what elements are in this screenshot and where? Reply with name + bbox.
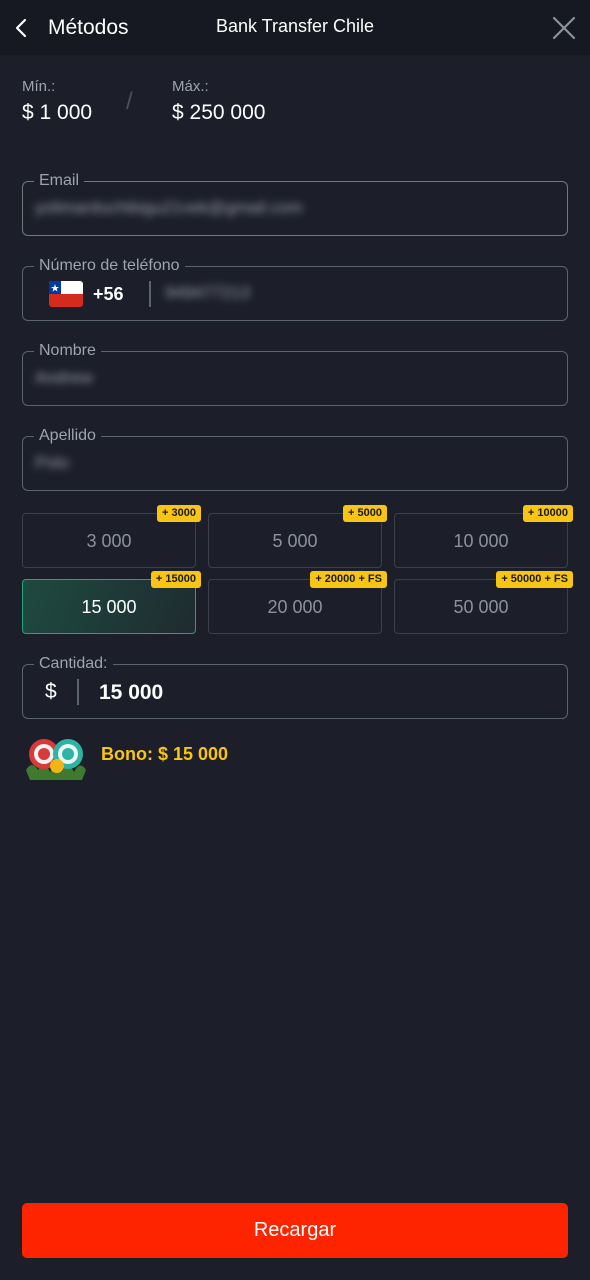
email-field[interactable]: Email yolimarduchibigu21vek@gmail.com: [22, 171, 568, 236]
phone-value: 949477213: [165, 283, 251, 302]
recharge-button[interactable]: Recargar: [22, 1203, 568, 1258]
amount-option-value: 50 000: [453, 597, 509, 617]
phone-field[interactable]: Número de teléfono +56 949477213: [22, 256, 568, 321]
amount-field[interactable]: Cantidad: $ 15 000: [22, 654, 568, 719]
email-label: Email: [34, 171, 85, 191]
last-name-field[interactable]: Apellido Polo: [22, 426, 568, 491]
limit-separator: /: [126, 88, 133, 115]
casino-chips-icon: [22, 730, 90, 782]
deposit-page: Métodos Bank Transfer Chile Mín.: $ 1 00…: [0, 0, 590, 1280]
last-name-value: Polo: [35, 453, 70, 472]
header: Métodos Bank Transfer Chile: [0, 0, 590, 55]
amount-option-20000[interactable]: 20 000 + 20000 + FS: [208, 571, 387, 634]
last-name-label: Apellido: [34, 426, 101, 446]
max-limit-label: Máx.:: [172, 78, 209, 95]
max-limit-value: $ 250 000: [172, 101, 266, 124]
max-limit: Máx.: $ 250 000: [172, 78, 265, 125]
amount-option-3000[interactable]: 3 000 + 3000: [22, 505, 201, 568]
bonus-badge: + 10000: [522, 505, 573, 522]
currency-symbol: $: [45, 680, 57, 703]
dial-code: +56: [93, 284, 124, 304]
bonus-badge: + 20000 + FS: [310, 571, 387, 588]
phone-label: Número de teléfono: [34, 256, 185, 276]
first-name-value: Andrew: [35, 368, 93, 387]
amount-option-10000[interactable]: 10 000 + 10000: [394, 505, 573, 568]
first-name-label: Nombre: [34, 341, 101, 361]
bonus-text: Bono: $ 15 000: [101, 744, 229, 764]
min-limit-label: Mín.:: [22, 78, 56, 95]
first-name-field[interactable]: Nombre Andrew: [22, 341, 568, 406]
close-icon: [552, 16, 576, 40]
bonus-badge: + 50000 + FS: [496, 571, 573, 588]
amount-option-5000[interactable]: 5 000 + 5000: [208, 505, 387, 568]
amount-option-value: 20 000: [267, 597, 323, 617]
divider: [77, 679, 79, 705]
amount-option-value: 15 000: [81, 597, 137, 617]
chile-flag-icon[interactable]: [49, 281, 83, 307]
min-limit-value: $ 1 000: [22, 101, 93, 124]
amount-option-value: 3 000: [86, 531, 132, 551]
bonus-badge: + 3000: [157, 505, 201, 522]
close-button[interactable]: [548, 12, 580, 44]
min-limit: Mín.: $ 1 000: [22, 78, 92, 125]
recharge-button-label: Recargar: [253, 1219, 337, 1241]
bonus-badge: + 5000: [343, 505, 387, 522]
amount-option-value: 10 000: [453, 531, 509, 551]
divider: [149, 281, 151, 307]
amount-option-15000[interactable]: 15 000 + 15000: [22, 571, 201, 634]
bonus-badge: + 15000: [150, 571, 201, 588]
amount-label: Cantidad:: [34, 654, 113, 674]
amount-option-value: 5 000: [272, 531, 318, 551]
page-title: Bank Transfer Chile: [215, 16, 375, 36]
email-value: yolimarduchibigu21vek@gmail.com: [35, 198, 303, 217]
amount-value: 15 000: [99, 681, 164, 704]
amount-option-50000[interactable]: 50 000 + 50000 + FS: [394, 571, 573, 634]
